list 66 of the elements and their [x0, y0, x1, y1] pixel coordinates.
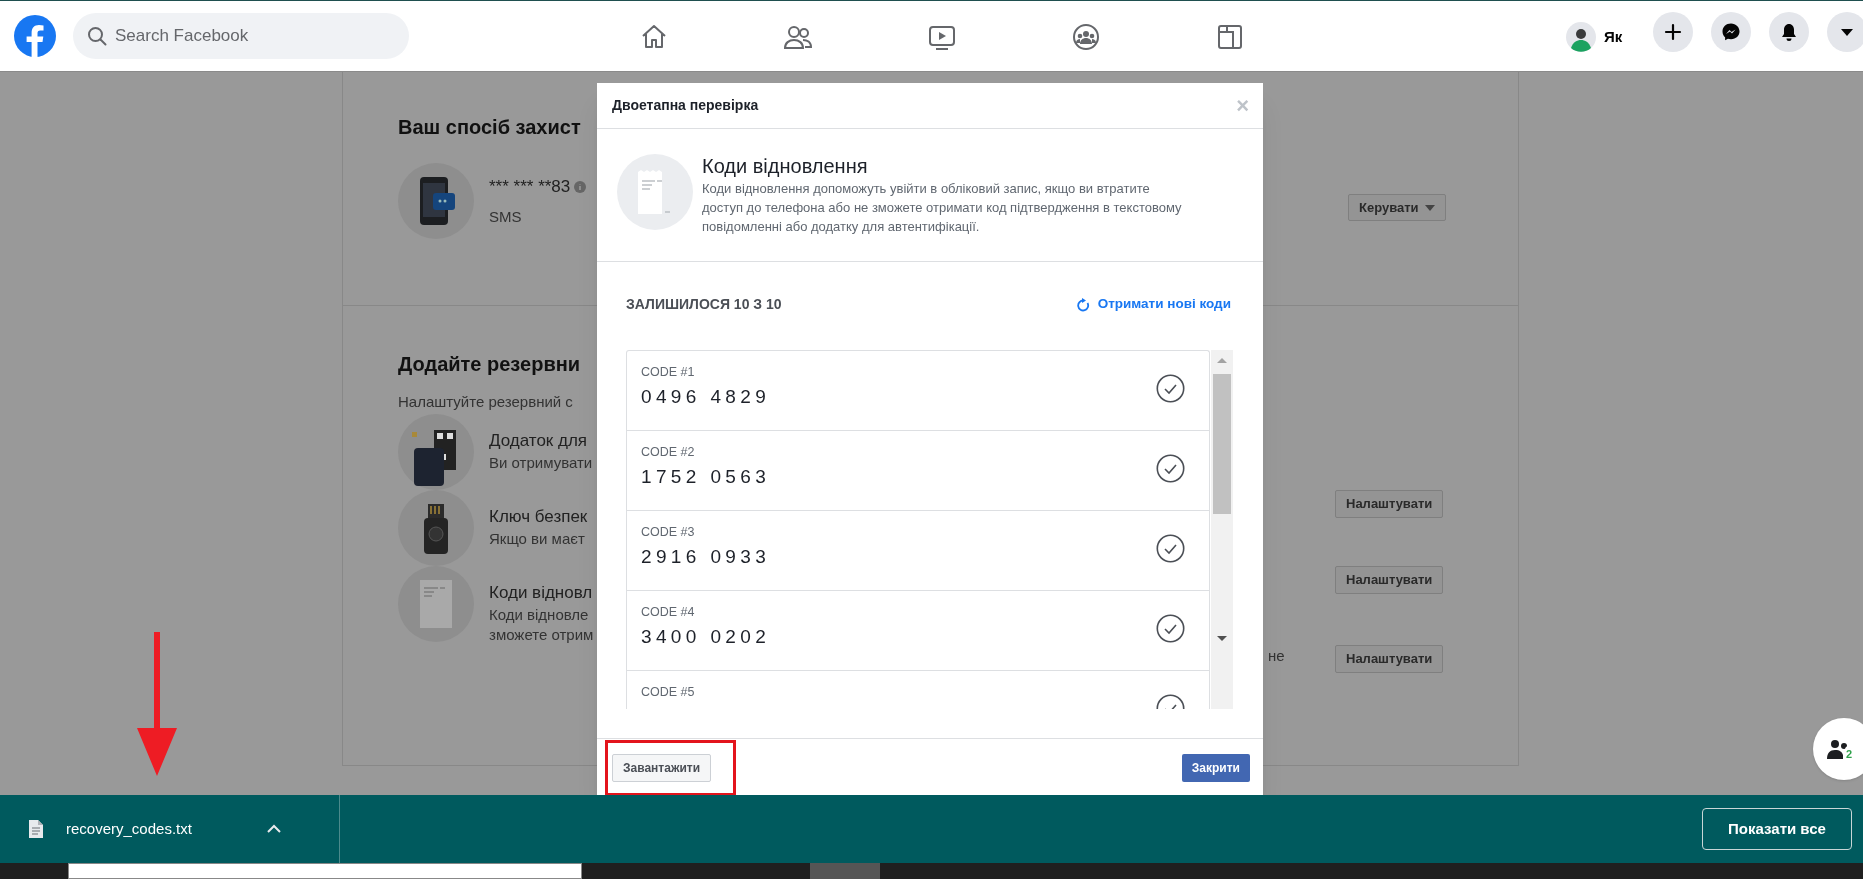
avatar-icon: [1566, 22, 1596, 52]
facebook-logo[interactable]: [14, 15, 56, 57]
description: Коди відновлення допоможуть увійти в обліковий запис, якщо ви втратите доступ до телефона або не зможете отримати код підтвердження в текстовому повідомленні або додатку для автентифікації.: [702, 180, 1183, 236]
caret-icon: [1424, 204, 1435, 211]
refresh-codes-link[interactable]: Отримати нові коди: [1076, 294, 1231, 315]
create-button[interactable]: [1653, 12, 1693, 52]
setup-button[interactable]: Налаштувати: [1335, 565, 1444, 594]
method-description: Якщо ви маєт: [489, 529, 586, 549]
contacts-button[interactable]: 2: [1813, 718, 1863, 780]
method-description: зможете отрим: [489, 625, 594, 645]
code-label: CODE #2: [641, 444, 695, 460]
document-icon: [617, 154, 693, 230]
method-description: Ви отримувати: [489, 453, 593, 473]
file-icon: [28, 819, 44, 839]
plus-icon: [1663, 22, 1683, 42]
show-all-button[interactable]: Показати все: [1702, 808, 1852, 850]
setup-button[interactable]: Налаштувати: [1335, 645, 1444, 673]
method-title: Ключ безпек: [489, 505, 588, 528]
qr-phone-icon: [398, 413, 474, 490]
recovery-code: 2916 0933: [641, 545, 771, 569]
account-button[interactable]: [1827, 12, 1863, 52]
method-title: Коди відновл: [489, 581, 594, 604]
method-description: Коди відновле: [489, 605, 590, 625]
groups-icon: [1071, 22, 1101, 52]
profile-button[interactable]: Як: [1562, 19, 1631, 55]
section-subtitle: Налаштуйте резервний с: [398, 392, 573, 412]
refresh-icon: [1076, 297, 1090, 312]
chevron-up-icon[interactable]: [266, 824, 281, 834]
dialog-title: Двоетапна перевірка: [612, 96, 759, 115]
download-button[interactable]: Завантажити: [612, 753, 712, 782]
method-type: SMS: [489, 206, 523, 227]
setup-button[interactable]: Налаштувати: [1335, 489, 1444, 518]
security-key-icon: [398, 489, 474, 566]
scrollbar[interactable]: [1211, 350, 1233, 709]
code-label: CODE #1: [641, 364, 695, 380]
info-icon: [574, 180, 587, 193]
code-label: CODE #4: [641, 604, 695, 620]
phone-number: *** *** **83: [489, 176, 571, 198]
file-name: recovery_codes.txt: [66, 818, 192, 839]
gaming-icon: [1215, 22, 1245, 52]
section-title: Додайте резервни: [398, 352, 581, 377]
notifications-button[interactable]: [1769, 12, 1809, 52]
search-field[interactable]: Search Facebook: [73, 13, 409, 59]
section-heading: Коди відновлення: [702, 154, 869, 178]
phone-icon: [398, 163, 474, 239]
method-title: Додаток для: [489, 429, 589, 452]
check-circle-icon: [1156, 374, 1185, 403]
bell-icon: [1779, 22, 1799, 42]
messenger-button[interactable]: [1711, 12, 1751, 52]
remaining-count: ЗАЛИШИЛОСЯ 10 З 10: [626, 295, 782, 314]
messenger-icon: [1721, 22, 1741, 42]
check-circle-icon: [1156, 534, 1185, 563]
check-circle-icon: [1156, 614, 1185, 643]
close-button[interactable]: Закрити: [1181, 753, 1250, 782]
code-label: CODE #3: [641, 524, 695, 540]
recovery-code: 0496 4829: [641, 385, 771, 409]
code-label: CODE #5: [641, 684, 695, 700]
arrow-icon: [137, 632, 177, 776]
method-description: не: [1268, 646, 1285, 666]
check-circle-icon: [1156, 454, 1185, 483]
taskbar-search-field[interactable]: [68, 863, 582, 879]
section-title: Ваш спосіб захист: [398, 115, 581, 140]
document-icon: [398, 565, 474, 642]
recovery-code: 3400 0202: [641, 625, 771, 649]
recovery-code: 1752 0563: [641, 465, 771, 489]
manage-button[interactable]: Керувати: [1348, 194, 1446, 221]
